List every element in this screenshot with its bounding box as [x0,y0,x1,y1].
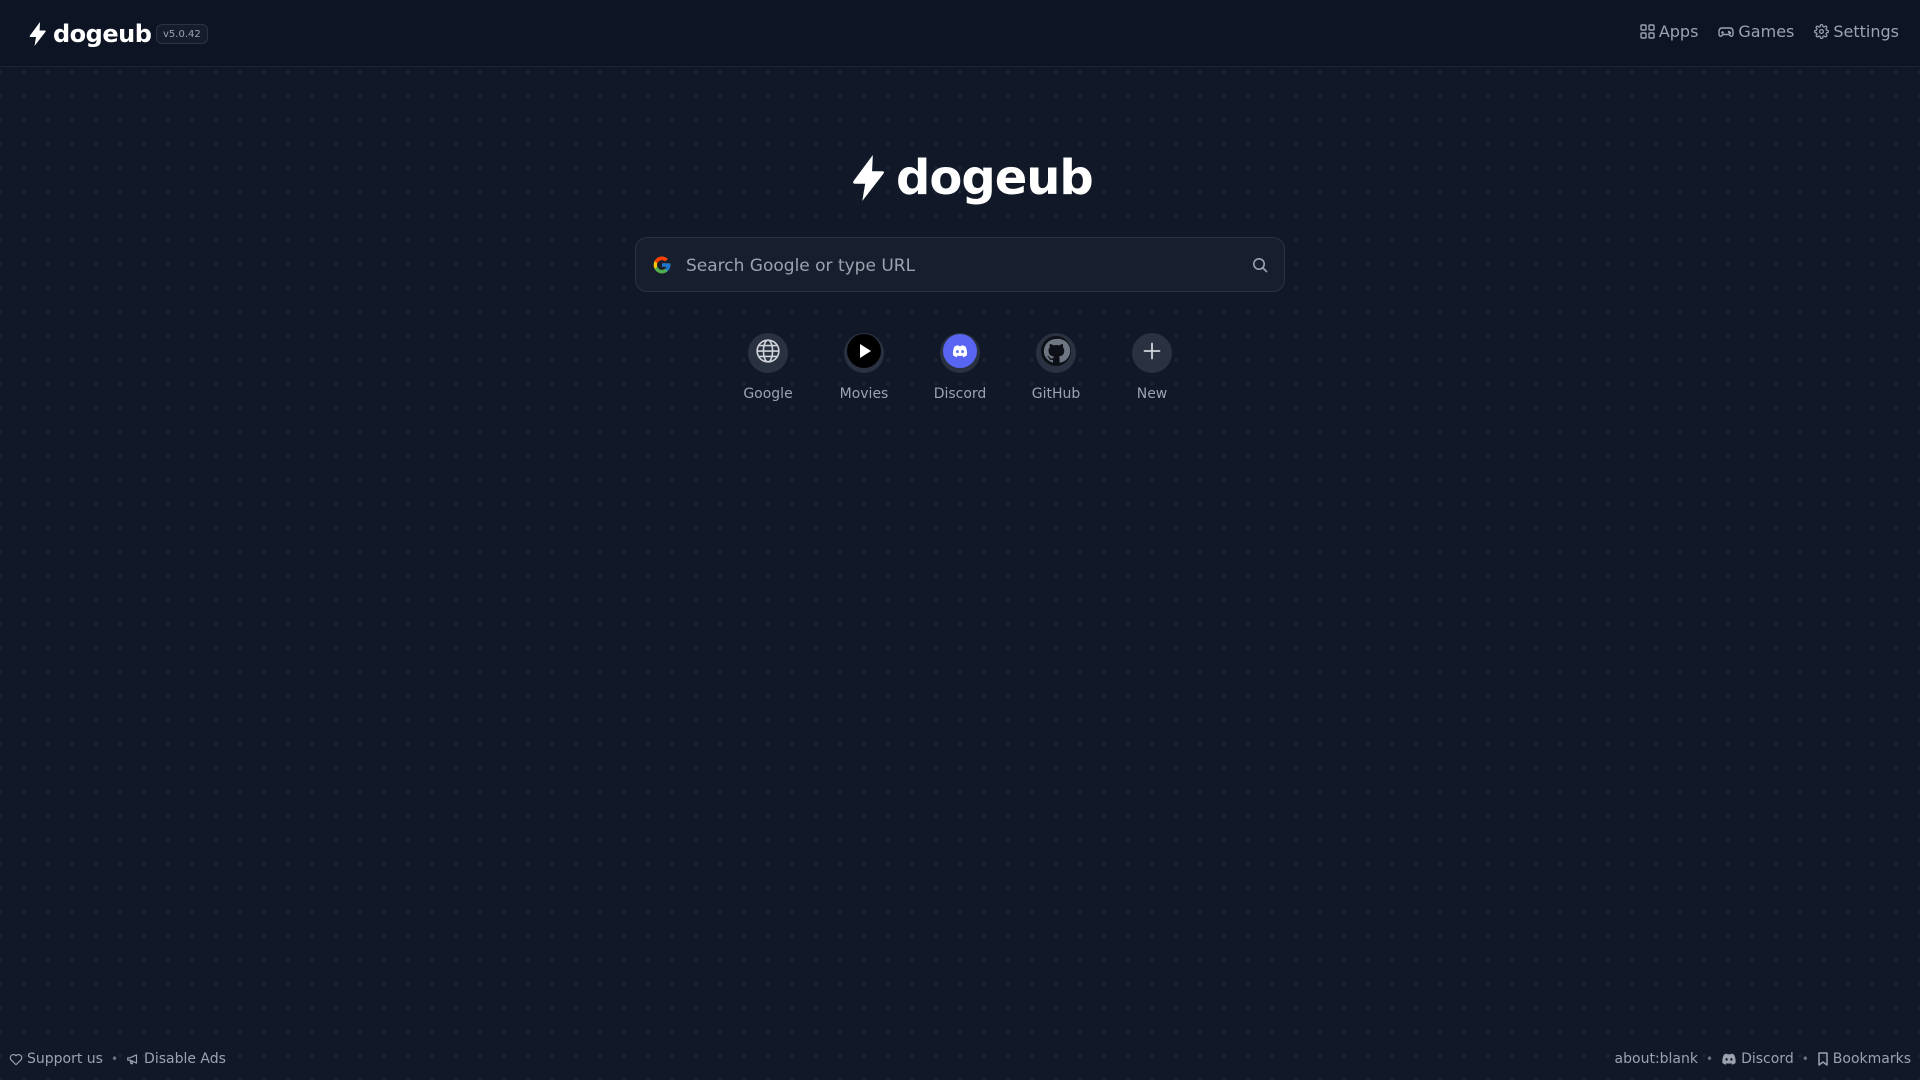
hero-brand-name: dogeub [896,150,1094,206]
search-icon[interactable] [1252,257,1268,277]
shortcuts-row: Google Movies Discord GitHub New [0,333,1920,413]
footer-discord-link[interactable]: Discord [1721,1051,1794,1067]
shortcut-icon-circle [940,333,980,373]
top-nav: Apps Games Settings [1640,22,1899,41]
about-blank-label: about:blank [1614,1051,1698,1067]
nav-settings[interactable]: Settings [1814,22,1899,41]
footer-left: Support us • Disable Ads [9,1051,226,1067]
github-icon [1041,336,1071,370]
megaphone-icon [126,1052,140,1066]
shortcut-github[interactable]: GitHub [1016,333,1096,402]
nav-apps[interactable]: Apps [1640,22,1699,41]
grid-icon [1640,24,1655,39]
discord-icon [1721,1053,1737,1066]
bookmarks-label: Bookmarks [1832,1051,1911,1067]
nav-apps-label: Apps [1658,22,1699,41]
play-icon [846,333,882,373]
bookmarks-link[interactable]: Bookmarks [1817,1051,1911,1067]
shortcut-icon-circle [748,333,788,373]
shortcut-icon-circle [1036,333,1076,373]
discord-icon [943,334,977,372]
nav-games-label: Games [1738,22,1795,41]
shortcut-label: New [1136,386,1168,402]
shortcut-label: GitHub [1031,386,1081,402]
footer-separator: • [1706,1052,1714,1066]
footer-discord-label: Discord [1741,1051,1794,1067]
about-blank-link[interactable]: about:blank [1615,1051,1698,1067]
footer-separator: • [1801,1052,1809,1066]
bookmark-icon [1817,1052,1829,1066]
shortcut-google[interactable]: Google [728,333,808,402]
hero-logo: dogeub [850,150,1094,206]
gear-icon [1814,24,1830,39]
google-icon [652,255,672,279]
disable-ads-link[interactable]: Disable Ads [126,1051,226,1067]
shortcut-icon-circle [844,333,884,373]
lightning-bolt-icon [850,155,888,201]
plus-icon [1142,341,1162,365]
support-us-label: Support us [27,1051,103,1067]
nav-games[interactable]: Games [1718,22,1794,41]
shortcut-discord[interactable]: Discord [920,333,1000,402]
support-us-link[interactable]: Support us [9,1051,103,1067]
shortcut-label: Google [743,386,793,402]
version-badge: v5.0.42 [156,24,208,44]
lightning-bolt-icon [29,22,47,46]
globe-icon [755,338,781,368]
nav-settings-label: Settings [1833,22,1899,41]
search-bar [635,237,1285,292]
shortcut-new[interactable]: New [1112,333,1192,402]
gamepad-icon [1718,25,1735,39]
footer-right: about:blank • Discord • Bookmarks [1615,1051,1911,1067]
shortcut-icon-circle [1132,333,1172,373]
top-bar: dogeub v5.0.42 Apps Games Settings [0,0,1920,67]
shortcut-label: Movies [839,386,889,402]
disable-ads-label: Disable Ads [144,1051,226,1067]
search-input[interactable] [684,248,1238,284]
footer-separator: • [110,1052,119,1066]
shortcut-label: Discord [933,386,987,402]
shortcut-movies[interactable]: Movies [824,333,904,402]
brand-logo[interactable]: dogeub [29,20,152,48]
brand-name: dogeub [53,20,152,48]
heart-icon [9,1053,23,1066]
